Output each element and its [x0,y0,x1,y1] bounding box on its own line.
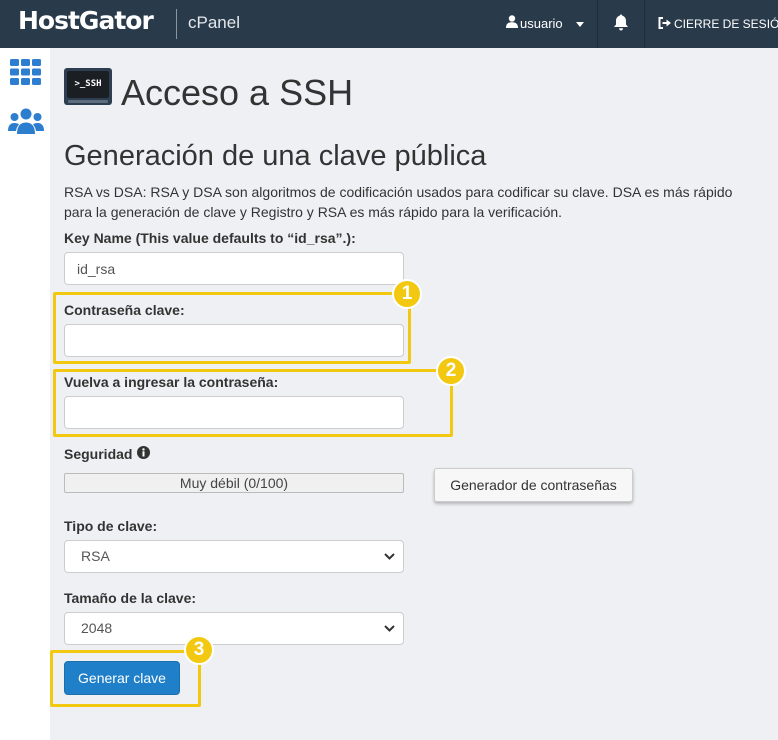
password-input[interactable] [64,324,404,357]
terminal-icon-text: >_SSH [67,71,109,98]
users-icon[interactable] [8,108,44,134]
generate-key-button[interactable]: Generar clave [64,661,180,695]
product-name: cPanel [188,13,240,32]
step-badge-3: 3 [184,635,214,665]
section-description: RSA vs DSA: RSA y DSA son algoritmos de … [64,184,733,220]
security-label: Seguridad [64,446,133,462]
section-title: Generación de una clave pública [64,140,487,172]
password-confirm-input[interactable] [64,396,404,429]
key-name-input[interactable] [64,252,404,285]
brand-divider [176,9,177,39]
key-name-label: Key Name (This value defaults to “id_rsa… [64,230,356,246]
password-generator-button[interactable]: Generador de contraseñas [434,468,633,502]
step-badge-1: 1 [392,279,422,309]
password-strength-meter: Muy débil (0/100) [64,473,404,493]
notifications-button[interactable] [598,0,644,48]
logout-button[interactable]: CIERRE DE SESIÓN [645,0,778,48]
logout-icon [658,17,671,29]
key-size-select[interactable]: 2048 [64,612,404,645]
password-confirm-label: Vuelva a ingresar la contraseña: [64,374,279,390]
grid-icon[interactable] [10,59,41,85]
terminal-icon: >_SSH [64,68,112,105]
key-size-value: 2048 [81,620,113,636]
key-type-value: RSA [81,548,110,564]
info-icon[interactable] [137,446,150,459]
chevron-down-icon [384,625,395,632]
bell-icon [614,14,628,31]
chevron-down-icon [576,22,584,27]
user-menu-button[interactable]: usuario [494,0,598,48]
key-type-label: Tipo de clave: [64,518,158,534]
step-badge-2: 2 [436,356,466,386]
user-icon [506,15,518,28]
key-type-select[interactable]: RSA [64,540,404,573]
user-name: usuario [520,16,563,31]
sidebar [0,48,50,740]
logout-label: CIERRE DE SESIÓN [674,17,778,31]
page-title: Acceso a SSH [121,72,354,113]
password-label: Contraseña clave: [64,302,185,318]
top-bar: HostGator cPanel usuario CIERRE DE SESIÓ… [0,0,778,48]
brand-logo[interactable]: HostGator [18,6,154,35]
key-size-label: Tamaño de la clave: [64,590,197,606]
main-content: >_SSH Acceso a SSH Generación de una cla… [50,48,778,740]
chevron-down-icon [384,553,395,560]
